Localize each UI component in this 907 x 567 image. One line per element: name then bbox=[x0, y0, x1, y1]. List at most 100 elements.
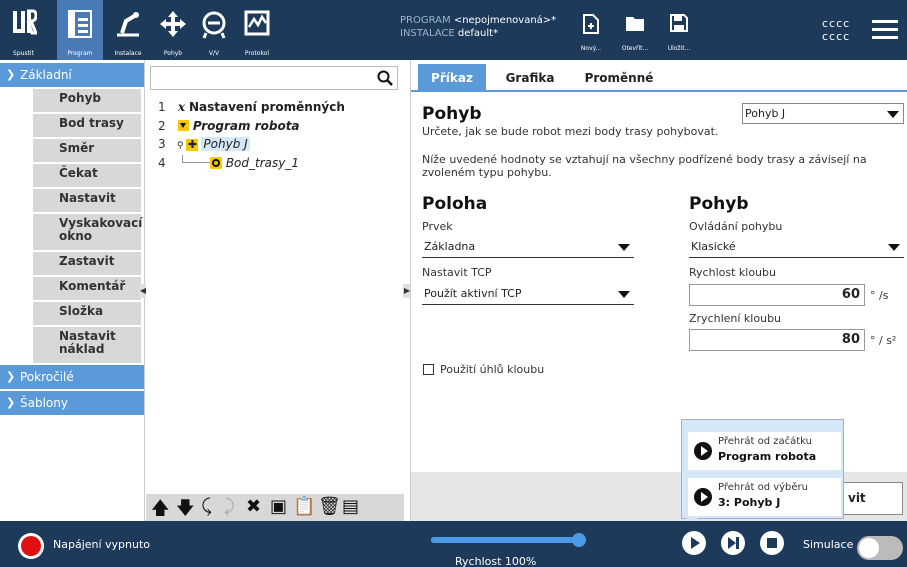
play-from-selection-option[interactable]: Přehrát od výběru 3: Pohyb J bbox=[688, 478, 841, 516]
new-file-icon bbox=[583, 14, 599, 34]
play-icon bbox=[694, 488, 712, 506]
joint-accel-label: Zrychlení kloubu bbox=[689, 312, 782, 325]
move-tab-label: Pohyb bbox=[163, 50, 183, 57]
tree-line-waypoint[interactable]: 4 Bod_trasy_1 bbox=[158, 155, 299, 170]
tab-command[interactable]: Příkaz bbox=[418, 64, 486, 92]
tab-variables[interactable]: Proměnné bbox=[579, 64, 659, 92]
stop-button[interactable] bbox=[760, 531, 784, 555]
suppress-icon[interactable]: ▤ bbox=[342, 496, 359, 517]
speed-slider-knob[interactable] bbox=[572, 533, 586, 547]
move-tab[interactable]: Pohyb bbox=[153, 0, 193, 60]
program-collapse-icon[interactable] bbox=[177, 120, 189, 131]
nav-item-set-payload[interactable]: Nastavit náklad bbox=[33, 327, 141, 363]
log-icon bbox=[244, 10, 270, 36]
program-tab[interactable]: Program bbox=[57, 0, 103, 60]
hamburger-menu-icon[interactable] bbox=[872, 20, 898, 40]
run-tab[interactable]: Spustit bbox=[0, 0, 47, 60]
tree-line-movej[interactable]: 3 ⚲ ✚ Pohyb J bbox=[158, 137, 250, 152]
run-tab-label: Spustit bbox=[13, 50, 34, 57]
command-description: Určete, jak se bude robot mezi body tras… bbox=[422, 125, 719, 138]
program-caption: PROGRAM bbox=[400, 15, 451, 26]
move-type-value: Pohyb J bbox=[745, 107, 786, 120]
installation-caption: INSTALACE bbox=[400, 28, 455, 39]
nav-item-set[interactable]: Nastavit bbox=[33, 189, 141, 212]
nav-item-waypoint[interactable]: Bod trasy bbox=[33, 114, 141, 137]
installation-tab[interactable]: Instalace bbox=[108, 0, 148, 60]
command-note-line1: Níže uvedené hodnoty se vztahují na všec… bbox=[422, 153, 867, 166]
program-tree-panel: 1 x Nastavení proměnných 2 Program robota… bbox=[146, 60, 404, 521]
nav-item-halt[interactable]: Zastavit bbox=[33, 252, 141, 275]
dropdown-arrow-icon bbox=[887, 111, 899, 118]
log-tab-label: Protokol bbox=[244, 50, 270, 57]
play-from-start-option[interactable]: Přehrát od začátku Program robota bbox=[688, 432, 841, 470]
tcp-value: Použít aktivní TCP bbox=[424, 287, 522, 300]
command-tabs: Příkaz Grafika Proměnné bbox=[411, 64, 907, 92]
nav-item-direction[interactable]: Směr bbox=[33, 139, 141, 162]
proceed-button[interactable]: vit bbox=[841, 482, 903, 515]
tcp-select[interactable]: Použít aktivní TCP bbox=[422, 284, 634, 305]
paste-icon[interactable]: 📋 bbox=[293, 496, 315, 517]
move-icon bbox=[160, 11, 186, 37]
move-type-select[interactable]: Pohyb J bbox=[742, 103, 904, 124]
joint-angles-label: Použití úhlů kloubu bbox=[440, 363, 545, 376]
play-from-start-label: Přehrát od začátku bbox=[718, 436, 812, 447]
program-info: PROGRAM <nepojmenovaná>* INSTALACE defau… bbox=[400, 14, 556, 40]
speed-slider-fill bbox=[431, 537, 579, 543]
motion-control-select[interactable]: Klasické bbox=[689, 237, 904, 258]
user-line-2: cccc bbox=[822, 30, 851, 43]
templates-section-header[interactable]: ❯ Šablony bbox=[0, 391, 144, 415]
power-button[interactable] bbox=[18, 533, 44, 559]
undo-icon[interactable]: ⤹ bbox=[201, 496, 212, 517]
line-number: 4 bbox=[158, 156, 166, 170]
step-icon bbox=[728, 537, 736, 549]
save-label: Uložit... bbox=[667, 45, 691, 52]
nav-item-popup[interactable]: Vyskakovací okno bbox=[33, 214, 142, 250]
advanced-section-header[interactable]: ❯ Pokročilé bbox=[0, 365, 144, 389]
speed-label: Rychlost 100% bbox=[455, 555, 537, 567]
installation-tab-label: Instalace bbox=[114, 50, 142, 57]
proceed-label: vit bbox=[848, 491, 866, 505]
search-icon[interactable] bbox=[377, 70, 393, 86]
copy-icon[interactable]: ▣ bbox=[270, 496, 287, 517]
joint-angles-checkbox[interactable] bbox=[423, 364, 434, 375]
nav-item-comment[interactable]: Komentář bbox=[33, 277, 141, 300]
joint-speed-input[interactable]: 60 bbox=[689, 284, 865, 306]
step-button[interactable] bbox=[721, 531, 745, 555]
simulation-label: Simulace bbox=[803, 538, 854, 551]
play-button[interactable] bbox=[682, 531, 706, 555]
save-program-button[interactable]: Uložit... bbox=[660, 10, 698, 56]
delete-icon[interactable]: 🗑 bbox=[318, 496, 341, 517]
basic-section-header[interactable]: ❯ Základní bbox=[0, 63, 144, 87]
log-tab[interactable]: Protokol bbox=[232, 0, 282, 60]
top-bar: Spustit Program Instalace Pohyb V/V Prot… bbox=[0, 0, 907, 60]
redo-icon[interactable]: ⤸ bbox=[224, 496, 235, 517]
joint-accel-input[interactable]: 80 bbox=[689, 329, 865, 351]
search-input[interactable] bbox=[150, 66, 398, 90]
joint-speed-unit: ° /s bbox=[870, 289, 889, 302]
motion-control-label: Ovládání pohybu bbox=[689, 220, 783, 233]
simulation-toggle[interactable] bbox=[857, 536, 903, 560]
chevron-right-icon: ❯ bbox=[6, 396, 16, 409]
io-tab[interactable]: V/V bbox=[194, 0, 234, 60]
open-program-button[interactable]: Otevřít... bbox=[616, 10, 654, 56]
templates-section-label: Šablony bbox=[20, 396, 68, 410]
tcp-label: Nastavit TCP bbox=[422, 266, 492, 279]
feature-value: Základna bbox=[424, 240, 476, 253]
cut-icon[interactable]: ✖ bbox=[246, 496, 261, 517]
play-from-selection-target: 3: Pohyb J bbox=[718, 496, 781, 509]
nav-item-wait[interactable]: Čekat bbox=[33, 164, 141, 187]
move-node-icon: ✚ bbox=[186, 138, 199, 151]
tree-line-robot-program[interactable]: 2 Program robota bbox=[158, 119, 300, 134]
nav-item-move[interactable]: Pohyb bbox=[33, 89, 141, 112]
motion-control-value: Klasické bbox=[691, 240, 736, 253]
feature-select[interactable]: Základna bbox=[422, 237, 634, 258]
tree-line-text: Bod_trasy_1 bbox=[225, 156, 299, 170]
tree-toolbar: 🡅 🡇 ⤹ ⤸ ✖ ▣ 📋 🗑 ▤ bbox=[146, 494, 404, 521]
position-title: Poloha bbox=[422, 194, 488, 214]
speed-slider[interactable] bbox=[431, 533, 586, 547]
new-program-button[interactable]: Nový... bbox=[572, 10, 610, 56]
nav-item-folder[interactable]: Složka bbox=[33, 302, 141, 325]
tree-line-variables[interactable]: 1 x Nastavení proměnných bbox=[158, 100, 345, 115]
tab-graphics[interactable]: Grafika bbox=[496, 64, 564, 92]
program-tab-label: Program bbox=[67, 50, 93, 57]
